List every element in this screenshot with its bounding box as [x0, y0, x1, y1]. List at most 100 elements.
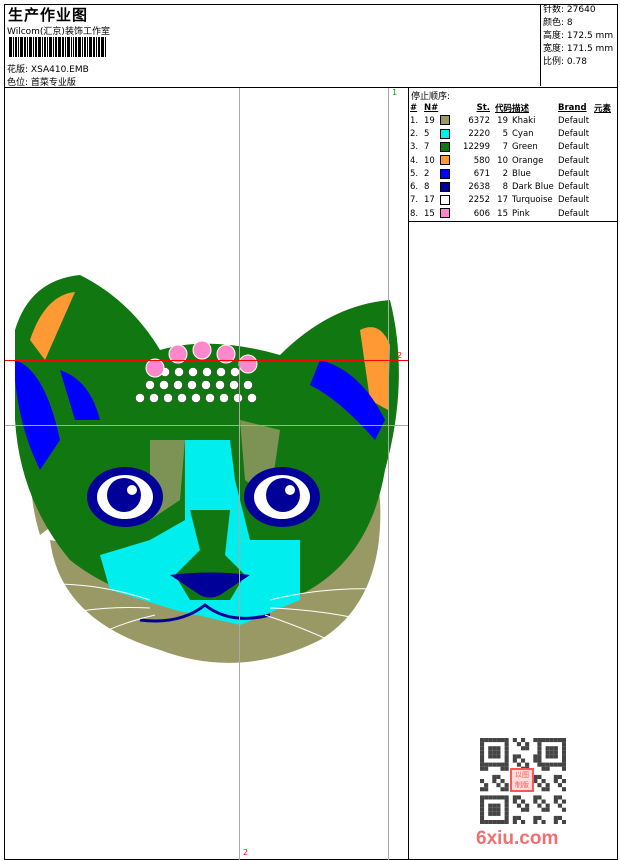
column-header: 描述 [512, 103, 530, 114]
barcode-bar [49, 37, 52, 57]
label: 针数: [543, 5, 565, 15]
bead [202, 367, 212, 377]
value: 首菜专业版 [30, 78, 76, 88]
table-row: 1. 19 6372 19 Khaki Default [410, 114, 618, 127]
color-code: 19 [497, 115, 508, 126]
element [594, 167, 618, 180]
height-row: 高度: 172.5 mm [541, 30, 618, 43]
stitch-count: 2220 [468, 128, 490, 139]
color-code: 5 [502, 128, 508, 139]
barcode-bar [18, 37, 19, 57]
start-marker: 1 [392, 88, 398, 97]
stitch-count: 12299 [462, 142, 490, 153]
guide-line-vertical [388, 88, 389, 860]
barcode-bar [42, 37, 43, 57]
color-description: Khaki [512, 115, 536, 126]
element [594, 194, 618, 207]
color-swatch-cell [440, 180, 454, 193]
row-index: 5. [410, 168, 419, 179]
divider [408, 87, 409, 860]
table-row: 6. 8 2638 8 Dark Blue Default [410, 180, 618, 193]
row-index: 4. [410, 155, 419, 166]
bead [135, 393, 145, 403]
color-swatch [440, 155, 450, 166]
needle-number: 19 [424, 115, 435, 126]
color-code: 10 [497, 155, 508, 166]
barcode-bar [78, 37, 81, 57]
barcode-bar [58, 37, 61, 57]
bead [233, 393, 243, 403]
stitch-count: 2252 [468, 195, 490, 206]
guide-line-horizontal [5, 425, 408, 426]
barcode-bar [98, 37, 100, 57]
color-sequence-table: # N# St. 代码 描述 Brand 元素 1. 19 6372 19 Khaki Default… [410, 101, 618, 220]
bead [173, 380, 183, 390]
column-header: St. [476, 102, 490, 113]
flower [192, 340, 212, 360]
stamp-logo: 以图制版 [510, 768, 534, 792]
color-swatch [440, 128, 450, 139]
color-swatch [440, 195, 450, 206]
label: 色位: [7, 78, 29, 88]
table-row: 4. 10 580 10 Orange Default [410, 154, 618, 167]
barcode-bar [87, 37, 88, 57]
barcode-bar [29, 37, 32, 57]
row-index: 7. [410, 195, 419, 206]
bead [229, 380, 239, 390]
bead [201, 380, 211, 390]
barcode [9, 37, 129, 57]
label: 高度: [543, 31, 565, 41]
needle-number: 5 [424, 128, 430, 139]
brand: Default [558, 115, 590, 126]
label: 颜色: [543, 18, 565, 28]
bead [159, 380, 169, 390]
element [594, 114, 618, 127]
bead [163, 393, 173, 403]
label: 花版: [7, 65, 29, 75]
value: XSA410.EMB [30, 65, 89, 75]
needle-number: 7 [424, 142, 430, 153]
barcode-bar [13, 37, 14, 57]
value: 172.5 mm [566, 31, 614, 41]
barcode-bar [15, 37, 17, 57]
end-line-horizontal [5, 360, 408, 361]
brand: Default [558, 142, 590, 153]
value: 8 [566, 18, 573, 28]
bead [188, 367, 198, 377]
stitch-count: 606 [473, 208, 490, 219]
brand: Default [558, 182, 590, 193]
column-header: # [410, 102, 418, 113]
needle-number: 8 [424, 182, 430, 193]
barcode-bar [44, 37, 46, 57]
value: 0.78 [566, 57, 587, 67]
bead [215, 380, 225, 390]
element [594, 154, 618, 167]
needle-number: 17 [424, 195, 435, 206]
company-name: Wilcom(汇京)装饰工作室 [7, 27, 110, 37]
column-header: 代码 [494, 103, 512, 114]
stitch-count: 671 [473, 168, 490, 179]
flower [238, 354, 258, 374]
color-swatch-cell [440, 114, 454, 127]
bead [191, 393, 201, 403]
needle-number: 10 [424, 155, 435, 166]
barcode-bar [35, 37, 37, 57]
center-line-vertical [239, 88, 240, 860]
barcode-bar [20, 37, 23, 57]
color-swatch-cell [440, 154, 454, 167]
color-description: Orange [512, 155, 544, 166]
color-description: Dark Blue [512, 182, 554, 193]
row-index: 1. [410, 115, 419, 126]
color-description: Cyan [512, 128, 534, 139]
brand: Default [558, 128, 590, 139]
color-swatch-cell [440, 141, 454, 154]
watermark-logo: 6xiu.com [476, 828, 559, 849]
bead [187, 380, 197, 390]
color-code: 8 [502, 182, 508, 193]
color-code: 7 [502, 142, 508, 153]
width-row: 宽度: 171.5 mm [541, 43, 618, 56]
element [594, 180, 618, 193]
page-title: 生产作业图 [8, 6, 89, 24]
bead [177, 393, 187, 403]
label: 宽度: [543, 44, 565, 54]
